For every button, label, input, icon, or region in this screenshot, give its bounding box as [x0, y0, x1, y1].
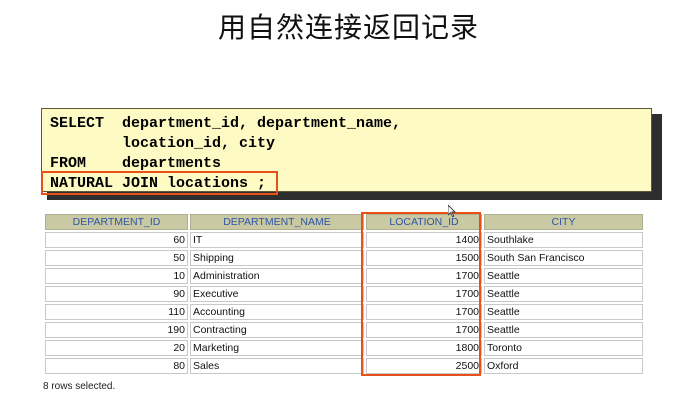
cell-department-name: Contracting: [190, 322, 364, 338]
rows-selected-status: 8 rows selected.: [43, 381, 116, 392]
sql-line-3: FROM departments: [50, 154, 651, 174]
table-row: 20 Marketing 1800 Toronto: [45, 340, 643, 356]
cell-city: Southlake: [484, 232, 643, 248]
cell-location-id: 2500: [366, 358, 482, 374]
column-header-location-id: LOCATION_ID: [366, 214, 482, 230]
cell-department-name: Shipping: [190, 250, 364, 266]
cell-city: Seattle: [484, 304, 643, 320]
cell-department-id: 50: [45, 250, 188, 266]
cell-department-name: IT: [190, 232, 364, 248]
cell-department-name: Executive: [190, 286, 364, 302]
column-header-city: CITY: [484, 214, 643, 230]
cell-department-id: 190: [45, 322, 188, 338]
cell-city: South San Francisco: [484, 250, 643, 266]
cell-department-name: Administration: [190, 268, 364, 284]
cell-department-id: 110: [45, 304, 188, 320]
cell-location-id: 1700: [366, 268, 482, 284]
result-table-body: 60 IT 1400 Southlake 50 Shipping 1500 South San…: [45, 232, 643, 374]
cell-department-id: 80: [45, 358, 188, 374]
cell-city: Toronto: [484, 340, 643, 356]
cell-department-id: 90: [45, 286, 188, 302]
table-row: 90 Executive 1700 Seattle: [45, 286, 643, 302]
sql-text: departments: [122, 155, 222, 172]
cell-department-name: Accounting: [190, 304, 364, 320]
column-header-department-id: DEPARTMENT_ID: [45, 214, 188, 230]
table-row: 60 IT 1400 Southlake: [45, 232, 643, 248]
sql-keyword: SELECT: [50, 115, 105, 132]
sql-keyword-natural-join: NATURAL JOIN locations: [50, 175, 249, 192]
mouse-cursor-icon: [448, 205, 456, 217]
cell-department-id: 10: [45, 268, 188, 284]
sql-keyword: FROM: [50, 155, 87, 172]
table-row: 110 Accounting 1700 Seattle: [45, 304, 643, 320]
table-row: 80 Sales 2500 Oxford: [45, 358, 643, 374]
cell-location-id: 1700: [366, 322, 482, 338]
cell-location-id: 1800: [366, 340, 482, 356]
slide-title: 用自然连接返回记录: [217, 11, 479, 44]
cell-department-name: Sales: [190, 358, 364, 374]
table-header-row: DEPARTMENT_ID DEPARTMENT_NAME LOCATION_I…: [45, 214, 643, 230]
sql-text: location_id, city: [122, 135, 276, 152]
cell-city: Oxford: [484, 358, 643, 374]
sql-line-4: NATURAL JOIN locations ;: [50, 174, 651, 194]
sql-text: department_id, department_name,: [122, 115, 402, 132]
cell-city: Seattle: [484, 286, 643, 302]
table-row: 10 Administration 1700 Seattle: [45, 268, 643, 284]
cell-location-id: 1700: [366, 286, 482, 302]
cell-department-id: 60: [45, 232, 188, 248]
column-header-department-name: DEPARTMENT_NAME: [190, 214, 364, 230]
sql-code-box: SELECT department_id, department_name, lo…: [41, 108, 652, 192]
cell-department-id: 20: [45, 340, 188, 356]
table-row: 50 Shipping 1500 South San Francisco: [45, 250, 643, 266]
cell-department-name: Marketing: [190, 340, 364, 356]
cell-location-id: 1400: [366, 232, 482, 248]
table-row: 190 Contracting 1700 Seattle: [45, 322, 643, 338]
result-table: DEPARTMENT_ID DEPARTMENT_NAME LOCATION_I…: [43, 212, 645, 376]
cell-city: Seattle: [484, 322, 643, 338]
sql-line-1: SELECT department_id, department_name,: [50, 114, 651, 134]
sql-line-2: location_id, city: [50, 134, 651, 154]
cell-location-id: 1700: [366, 304, 482, 320]
cell-city: Seattle: [484, 268, 643, 284]
cell-location-id: 1500: [366, 250, 482, 266]
sql-text: ;: [248, 175, 267, 192]
